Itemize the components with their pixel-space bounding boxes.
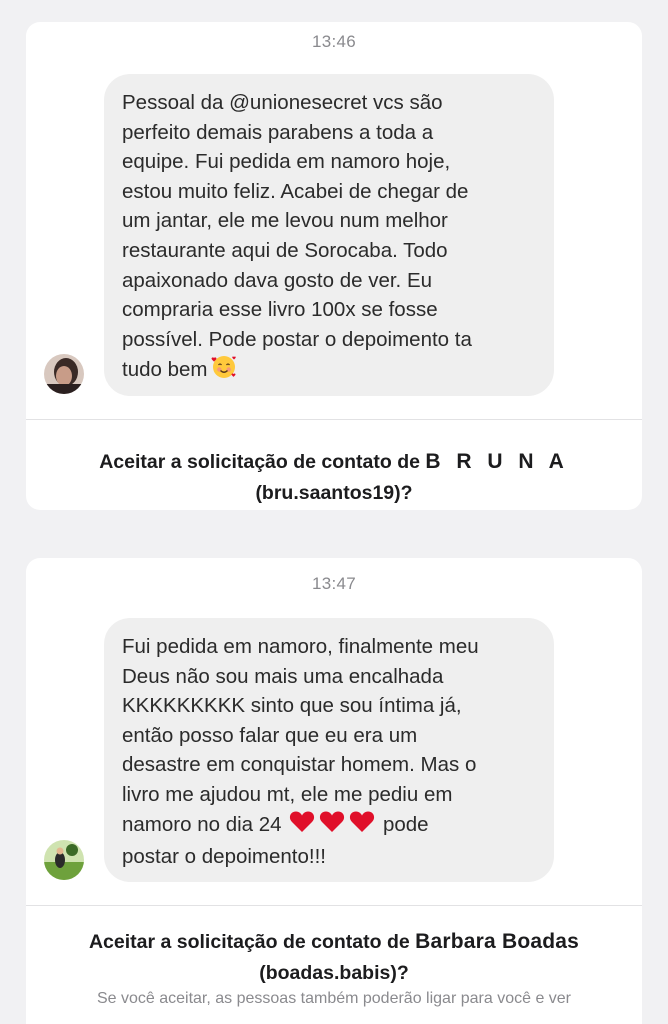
message-line: Deus não sou mais uma encalhada [122, 664, 444, 688]
message-line: um jantar, ele me levou num melhor [122, 209, 448, 233]
message-line-text: tudo bem [122, 358, 208, 382]
request-line-1: Aceitar a solicitação de contato de Barb… [26, 926, 642, 958]
message-line: KKKKKKKKK sinto que sou íntima já, [122, 694, 462, 718]
message-request-card-2: 13:47 Fui pedida em namoro, finalmente m… [26, 558, 642, 1024]
message-line: Pessoal da @unionesecret vcs são [122, 91, 443, 114]
request-prefix: Aceitar a solicitação de contato de [88, 931, 410, 953]
request-prefix: Aceitar a solicitação de contato de [99, 451, 420, 473]
message-line-last: tudo bem [122, 354, 536, 389]
message-line: estou muito feliz. Acabei de chegar de [122, 179, 469, 203]
avatar[interactable] [44, 840, 84, 880]
request-name: B R U N A [425, 450, 569, 473]
request-handle: (boadas.babis)? [259, 962, 409, 984]
divider [26, 905, 642, 906]
heart-icon [349, 810, 375, 843]
message-timestamp: 13:47 [311, 574, 357, 593]
heart-icon [289, 810, 315, 843]
request-line-1: Aceitar a solicitação de contato de B R … [26, 446, 642, 478]
message-timestamp: 13:46 [311, 32, 357, 51]
request-name: Barbara Boadas [415, 930, 580, 953]
message-line: compraria esse livro 100x se fosse [122, 298, 438, 322]
message-line: postar o depoimento!!! [122, 845, 326, 869]
message-bubble[interactable]: Fui pedida em namoro, finalmente meu Deu… [104, 618, 554, 882]
message-line-text: namoro no dia 24 [122, 812, 282, 836]
message-bubble[interactable]: Pessoal da @unionesecret vcs são perfeit… [104, 74, 554, 396]
message-line: restaurante aqui de Sorocaba. Todo [122, 238, 448, 262]
contact-request-prompt: Aceitar a solicitação de contato de Barb… [26, 926, 642, 989]
message-line: então posso falar que eu era um [122, 723, 418, 747]
message-line: equipe. Fui pedida em namoro hoje, [122, 150, 451, 174]
heart-icon [319, 810, 345, 843]
message-line-suffix: pode [382, 812, 429, 836]
contact-request-prompt: Aceitar a solicitação de contato de B R … [26, 446, 642, 509]
divider [26, 419, 642, 420]
request-handle: (bru.saantos19)? [255, 482, 413, 504]
avatar[interactable] [44, 354, 84, 394]
message-line: Fui pedida em namoro, finalmente meu [122, 635, 479, 658]
message-line: apaixonado dava gosto de ver. Eu [122, 268, 433, 292]
smiling-face-with-hearts-icon [211, 354, 237, 389]
request-subtext: Se você aceitar, as pessoas também poder… [96, 990, 572, 1007]
message-line: possível. Pode postar o depoimento ta [122, 327, 472, 351]
message-line: livro me ajudou mt, ele me pediu em [122, 782, 453, 806]
message-line: desastre em conquistar homem. Mas o [122, 753, 477, 777]
message-line: perfeito demais parabens a toda a [122, 120, 434, 144]
message-line-with-hearts: namoro no dia 24 pode [122, 810, 536, 843]
message-request-card-1: 13:46 Pessoal da @unionesecret vcs são p… [26, 22, 642, 510]
